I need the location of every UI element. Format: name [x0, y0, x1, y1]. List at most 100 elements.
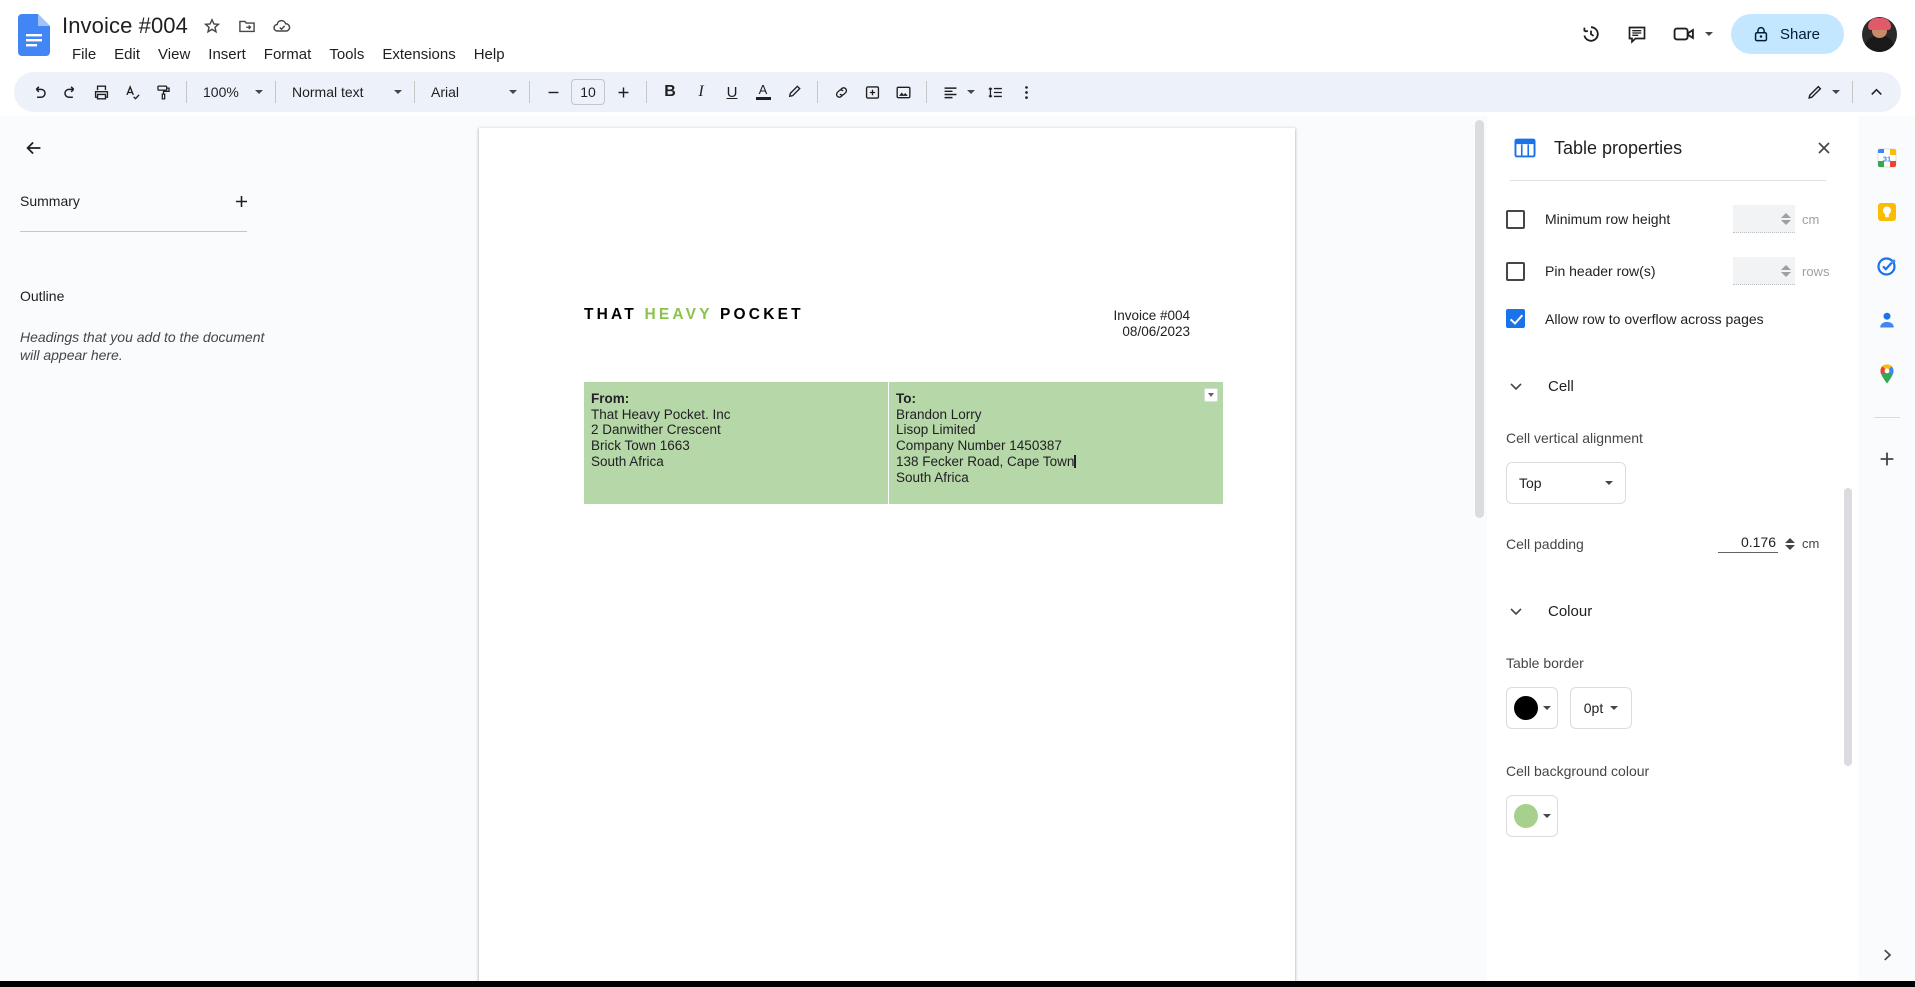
editing-mode-dropdown[interactable] [1799, 77, 1844, 107]
panel-top-divider [1510, 180, 1826, 181]
font-size-input[interactable] [571, 79, 605, 105]
menu-tools[interactable]: Tools [320, 43, 373, 66]
close-icon[interactable] [1806, 130, 1842, 166]
italic-button[interactable]: I [686, 77, 716, 107]
chevron-down-icon [1605, 481, 1613, 485]
spellcheck-icon[interactable] [117, 77, 147, 107]
document-title[interactable]: Invoice #004 [62, 13, 188, 39]
cell-padding-input[interactable]: 0.176 [1718, 534, 1778, 553]
document-canvas[interactable]: THAT HEAVY POCKET Invoice #004 08/06/202… [287, 116, 1487, 987]
redo-icon[interactable] [55, 77, 85, 107]
pin-header-rows-control: rows [1733, 257, 1834, 285]
chevron-down-icon[interactable] [1506, 376, 1526, 396]
menu-format[interactable]: Format [255, 43, 321, 66]
cell-section-header[interactable]: Cell [1506, 376, 1834, 396]
address-table[interactable]: From: That Heavy Pocket. Inc 2 Danwither… [584, 382, 1223, 504]
cell-background-colour-button[interactable] [1506, 795, 1558, 837]
align-left-icon [944, 86, 957, 98]
menu-view[interactable]: View [149, 43, 199, 66]
zoom-dropdown[interactable]: 100% [195, 77, 267, 107]
line-spacing-icon[interactable] [980, 77, 1010, 107]
comment-icon[interactable] [1617, 14, 1657, 54]
expand-rail-icon[interactable] [1869, 937, 1905, 973]
add-comment-icon[interactable] [857, 77, 887, 107]
toolbar-divider [529, 81, 530, 103]
increase-font-size-button[interactable] [608, 77, 638, 107]
underline-button[interactable]: U [717, 77, 747, 107]
paragraph-style-dropdown[interactable]: Normal text [284, 77, 406, 107]
google-keep-icon[interactable] [1867, 192, 1907, 232]
allow-row-overflow-checkbox[interactable] [1506, 309, 1525, 328]
table-border-colour-button[interactable] [1506, 687, 1558, 729]
insert-image-icon[interactable] [888, 77, 918, 107]
panel-scrollbar-thumb[interactable] [1844, 488, 1852, 766]
decrease-font-size-button[interactable] [538, 77, 568, 107]
stepper-up-icon[interactable] [1781, 264, 1791, 270]
document-scrollbar-thumb[interactable] [1475, 120, 1484, 518]
stepper-up-icon[interactable] [1785, 537, 1795, 543]
pin-header-rows-checkbox[interactable] [1506, 261, 1525, 281]
table-border-width-button[interactable]: 0pt [1570, 687, 1632, 729]
menu-edit[interactable]: Edit [105, 43, 149, 66]
minimum-row-height-input[interactable] [1733, 205, 1795, 233]
google-tasks-icon[interactable] [1867, 246, 1907, 286]
cell-padding-stepper[interactable] [1785, 537, 1795, 550]
panel-scrollbar[interactable] [1844, 212, 1852, 884]
share-button[interactable]: Share [1730, 14, 1844, 54]
cell-vertical-alignment-select[interactable]: Top [1506, 462, 1626, 504]
link-icon[interactable] [826, 77, 856, 107]
menu-help[interactable]: Help [465, 43, 514, 66]
cell-options-dropdown-icon[interactable] [1204, 388, 1218, 402]
stepper-down-icon[interactable] [1785, 544, 1795, 550]
cell-background-colour-label: Cell background colour [1506, 763, 1650, 779]
table-cell-to[interactable]: To: Brandon Lorry Lisop Limited Company … [889, 382, 1223, 504]
stepper-up-icon[interactable] [1781, 212, 1791, 218]
undo-icon[interactable] [24, 77, 54, 107]
minimum-row-height-stepper[interactable] [1781, 212, 1791, 225]
table-border-width-value: 0pt [1583, 700, 1604, 716]
user-avatar[interactable] [1862, 16, 1897, 52]
google-maps-icon[interactable] [1867, 354, 1907, 394]
document-page[interactable]: THAT HEAVY POCKET Invoice #004 08/06/202… [479, 128, 1295, 987]
document-scrollbar[interactable] [1475, 116, 1484, 987]
pin-header-rows-input[interactable] [1733, 257, 1795, 285]
menu-extensions[interactable]: Extensions [373, 43, 464, 66]
menu-insert[interactable]: Insert [199, 43, 255, 66]
stepper-down-icon[interactable] [1781, 219, 1791, 225]
chevron-down-icon [1610, 706, 1619, 710]
colour-section-title: Colour [1548, 602, 1593, 620]
google-docs-icon[interactable] [18, 14, 50, 56]
chevron-down-icon[interactable] [1506, 601, 1526, 621]
more-options-icon[interactable] [1011, 77, 1041, 107]
paint-format-icon[interactable] [148, 77, 178, 107]
collapse-toolbar-icon[interactable] [1861, 77, 1891, 107]
print-icon[interactable] [86, 77, 116, 107]
cloud-saved-icon[interactable] [271, 15, 293, 37]
stepper-down-icon[interactable] [1781, 271, 1791, 277]
from-line-2: 2 Danwither Crescent [591, 422, 721, 438]
version-history-icon[interactable] [1571, 14, 1611, 54]
table-cell-from[interactable]: From: That Heavy Pocket. Inc 2 Danwither… [584, 382, 889, 504]
back-arrow-icon[interactable] [14, 128, 54, 168]
google-contacts-icon[interactable] [1867, 300, 1907, 340]
move-to-folder-icon[interactable] [236, 15, 258, 37]
add-summary-plus-icon[interactable] [226, 186, 256, 216]
highlighter-icon[interactable] [779, 77, 809, 107]
table-border-label: Table border [1506, 655, 1584, 671]
google-calendar-icon[interactable]: 31 [1867, 138, 1907, 178]
pin-header-rows-stepper[interactable] [1781, 264, 1791, 277]
add-on-plus-icon[interactable] [1867, 439, 1907, 479]
toolbar-divider [186, 81, 187, 103]
text-colour-button[interactable]: A [748, 77, 778, 107]
chevron-down-icon [1208, 393, 1214, 397]
outline-label: Outline [20, 288, 65, 304]
font-family-dropdown[interactable]: Arial [423, 77, 521, 107]
colour-section-header[interactable]: Colour [1506, 601, 1834, 621]
star-icon[interactable] [201, 15, 223, 37]
table-border-colour-swatch [1513, 696, 1538, 720]
bold-button[interactable]: B [655, 77, 685, 107]
meet-button[interactable] [1663, 15, 1717, 53]
minimum-row-height-checkbox[interactable] [1506, 209, 1525, 229]
menu-file[interactable]: File [63, 43, 105, 66]
align-dropdown[interactable] [935, 77, 979, 107]
